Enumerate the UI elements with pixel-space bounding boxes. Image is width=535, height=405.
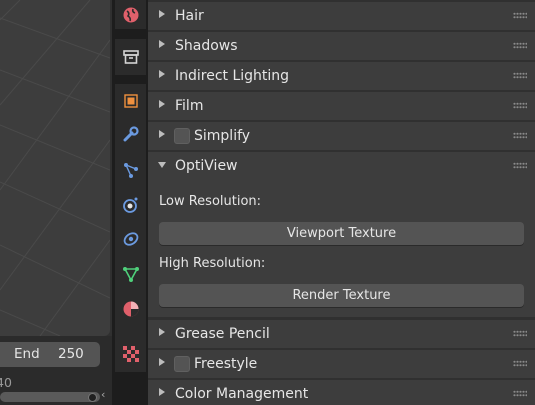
3d-viewport[interactable] xyxy=(0,0,110,336)
wrench-icon xyxy=(123,126,139,142)
expand-arrow-icon xyxy=(159,358,165,366)
world-icon xyxy=(123,7,139,23)
expand-arrow-icon xyxy=(159,328,165,336)
end-frame-label: End xyxy=(14,346,40,362)
freestyle-checkbox[interactable] xyxy=(174,356,190,372)
panel-optiview[interactable]: OptiView xyxy=(148,152,535,180)
drag-handle-icon[interactable] xyxy=(513,360,527,367)
low-resolution-label: Low Resolution: xyxy=(159,194,262,209)
viewport-texture-button[interactable]: Viewport Texture xyxy=(159,222,524,245)
drag-handle-icon[interactable] xyxy=(513,390,527,397)
panel-title: Hair xyxy=(175,8,204,24)
physics-icon xyxy=(123,197,138,213)
panel-title: OptiView xyxy=(175,158,238,174)
timeline-scrollbar[interactable] xyxy=(0,392,100,402)
object-icon xyxy=(124,94,138,108)
viewport-grid xyxy=(0,0,110,336)
panel-color-management[interactable]: Color Management xyxy=(148,380,535,405)
constraint-icon xyxy=(123,232,139,246)
simplify-checkbox[interactable] xyxy=(174,128,190,144)
panel-hair[interactable]: Hair xyxy=(148,2,535,30)
panel-shadows[interactable]: Shadows xyxy=(148,32,535,60)
particles-icon xyxy=(124,163,138,178)
panel-title: Indirect Lighting xyxy=(175,68,290,84)
drag-handle-icon[interactable] xyxy=(513,162,527,169)
panel-title: Color Management xyxy=(175,386,309,402)
collapse-arrow-icon[interactable]: ‹ xyxy=(101,388,105,401)
frame-ruler-number: 40 xyxy=(0,375,12,390)
panel-freestyle[interactable]: Freestyle xyxy=(148,350,535,378)
drag-handle-icon[interactable] xyxy=(513,102,527,109)
panel-title: Shadows xyxy=(175,38,238,54)
collection-tab[interactable] xyxy=(116,42,146,72)
physics-tab[interactable] xyxy=(116,190,146,220)
object-tab[interactable] xyxy=(116,86,146,116)
panel-title: Freestyle xyxy=(194,356,258,372)
material-icon xyxy=(123,301,139,317)
expand-arrow-icon xyxy=(159,70,165,78)
expand-arrow-icon xyxy=(159,388,165,396)
expand-arrow-icon xyxy=(159,40,165,48)
data-tab[interactable] xyxy=(116,259,146,289)
drag-handle-icon[interactable] xyxy=(513,132,527,139)
expand-arrow-icon xyxy=(159,130,165,138)
drag-handle-icon[interactable] xyxy=(513,42,527,49)
panel-title: Simplify xyxy=(194,128,251,144)
particles-tab[interactable] xyxy=(116,155,146,185)
modifier-tab[interactable] xyxy=(116,119,146,149)
constraints-tab[interactable] xyxy=(116,224,146,254)
texture-checker-icon xyxy=(123,346,139,362)
drag-handle-icon[interactable] xyxy=(513,72,527,79)
panel-title: Grease Pencil xyxy=(175,326,270,342)
material-tab[interactable] xyxy=(116,294,146,324)
panel-indirect-lighting[interactable]: Indirect Lighting xyxy=(148,62,535,90)
expand-arrow-icon xyxy=(159,100,165,108)
scrollbar-handle[interactable] xyxy=(88,393,97,402)
high-resolution-label: High Resolution: xyxy=(159,256,266,271)
drag-handle-icon[interactable] xyxy=(513,330,527,337)
collection-icon xyxy=(123,50,139,64)
panel-film[interactable]: Film xyxy=(148,92,535,120)
collapse-arrow-icon xyxy=(158,162,166,168)
texture-tab[interactable] xyxy=(116,339,146,369)
expand-arrow-icon xyxy=(159,10,165,18)
panel-grease-pencil[interactable]: Grease Pencil xyxy=(148,320,535,348)
vertex-data-icon xyxy=(123,267,139,282)
render-texture-button[interactable]: Render Texture xyxy=(159,284,524,307)
world-tab[interactable] xyxy=(116,0,146,30)
panel-title: Film xyxy=(175,98,204,114)
panel-simplify[interactable]: Simplify xyxy=(148,122,535,150)
drag-handle-icon[interactable] xyxy=(513,12,527,19)
end-frame-value[interactable]: 250 xyxy=(58,346,84,362)
